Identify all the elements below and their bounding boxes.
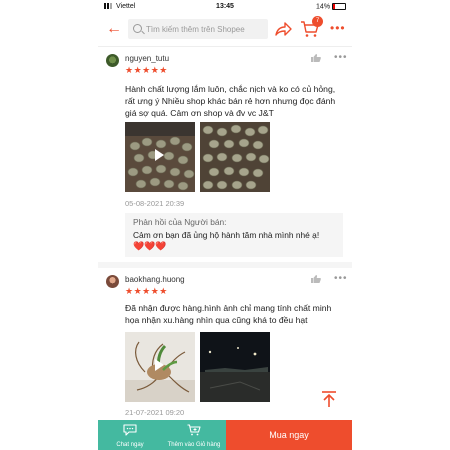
chat-now-label: Chat ngay <box>116 442 144 448</box>
review-text: Hành chất lượng lắm luôn, chắc nịch và k… <box>125 84 336 118</box>
bottom-action-bar: Chat ngay Thêm vào Giỏ hàng Mua ngay <box>98 420 352 450</box>
scroll-to-top-icon[interactable] <box>318 388 340 410</box>
review-more-icon[interactable]: ••• <box>334 273 348 284</box>
search-icon <box>133 24 142 33</box>
more-options-icon[interactable]: ••• <box>330 22 346 34</box>
play-icon <box>155 359 164 371</box>
review-more-icon[interactable]: ••• <box>334 52 348 63</box>
back-arrow-icon[interactable]: ← <box>106 21 122 37</box>
avatar <box>106 275 119 288</box>
battery-percent: 14% <box>316 3 331 11</box>
onion-photo <box>200 122 270 192</box>
review-date: 21-07-2021 09:20 <box>125 408 185 417</box>
seller-reply-title: Phản hồi của Người bán: <box>133 217 227 227</box>
chat-icon <box>123 424 137 436</box>
add-to-cart-icon <box>187 424 201 436</box>
add-to-cart-label: Thêm vào Giỏ hàng <box>167 442 221 448</box>
phone-screen: Viettel 13:45 14% ← Tìm kiếm thêm trên S… <box>98 0 352 450</box>
avatar <box>106 54 119 67</box>
share-icon[interactable] <box>274 20 294 38</box>
seller-reply-text: Cảm ơn bạn đã ủng hộ hành tăm nhà mình n… <box>133 230 320 240</box>
battery-icon <box>332 3 346 10</box>
thumbs-up-icon[interactable] <box>310 274 322 284</box>
add-to-cart-button[interactable]: Thêm vào Giỏ hàng <box>162 420 226 450</box>
clock: 13:45 <box>216 3 234 10</box>
review-video-thumbnail[interactable] <box>125 122 195 192</box>
search-input[interactable]: Tìm kiếm thêm trên Shopee <box>128 19 268 39</box>
review-photo-thumbnail[interactable] <box>200 332 270 402</box>
top-bar: ← Tìm kiếm thêm trên Shopee 7 ••• <box>98 16 352 44</box>
buy-now-button[interactable]: Mua ngay <box>226 420 352 450</box>
night-photo <box>200 332 270 402</box>
seller-reply: Phản hồi của Người bán: Cảm ơn bạn đã ủn… <box>125 213 343 257</box>
search-placeholder: Tìm kiếm thêm trên Shopee <box>146 25 245 34</box>
review-username: nguyen_tutu <box>125 54 170 63</box>
status-bar: Viettel 13:45 14% <box>98 0 352 14</box>
review-photo-thumbnail[interactable] <box>200 122 270 192</box>
star-rating: ★★★★★ <box>125 286 168 296</box>
review-username: baokhang.huong <box>125 275 185 284</box>
review-item: nguyen_tutu ★★★★★ ••• Hành chất lượng lắ… <box>98 47 352 267</box>
chat-now-button[interactable]: Chat ngay <box>98 420 162 450</box>
heart-emoji-icons: ❤️❤️❤️ <box>133 241 167 251</box>
play-icon <box>155 149 164 161</box>
battery-status: 14% <box>316 3 346 10</box>
review-text: Đã nhận được hàng.hình ảnh chỉ mang tính… <box>125 303 332 325</box>
review-date: 05-08-2021 20:39 <box>125 199 185 208</box>
star-rating: ★★★★★ <box>125 65 168 75</box>
cart-count-badge: 7 <box>312 16 323 27</box>
review-item: baokhang.huong ★★★★★ ••• Đã nhận được hà… <box>98 268 352 420</box>
thumbs-up-icon[interactable] <box>310 53 322 63</box>
review-video-thumbnail[interactable] <box>125 332 195 402</box>
